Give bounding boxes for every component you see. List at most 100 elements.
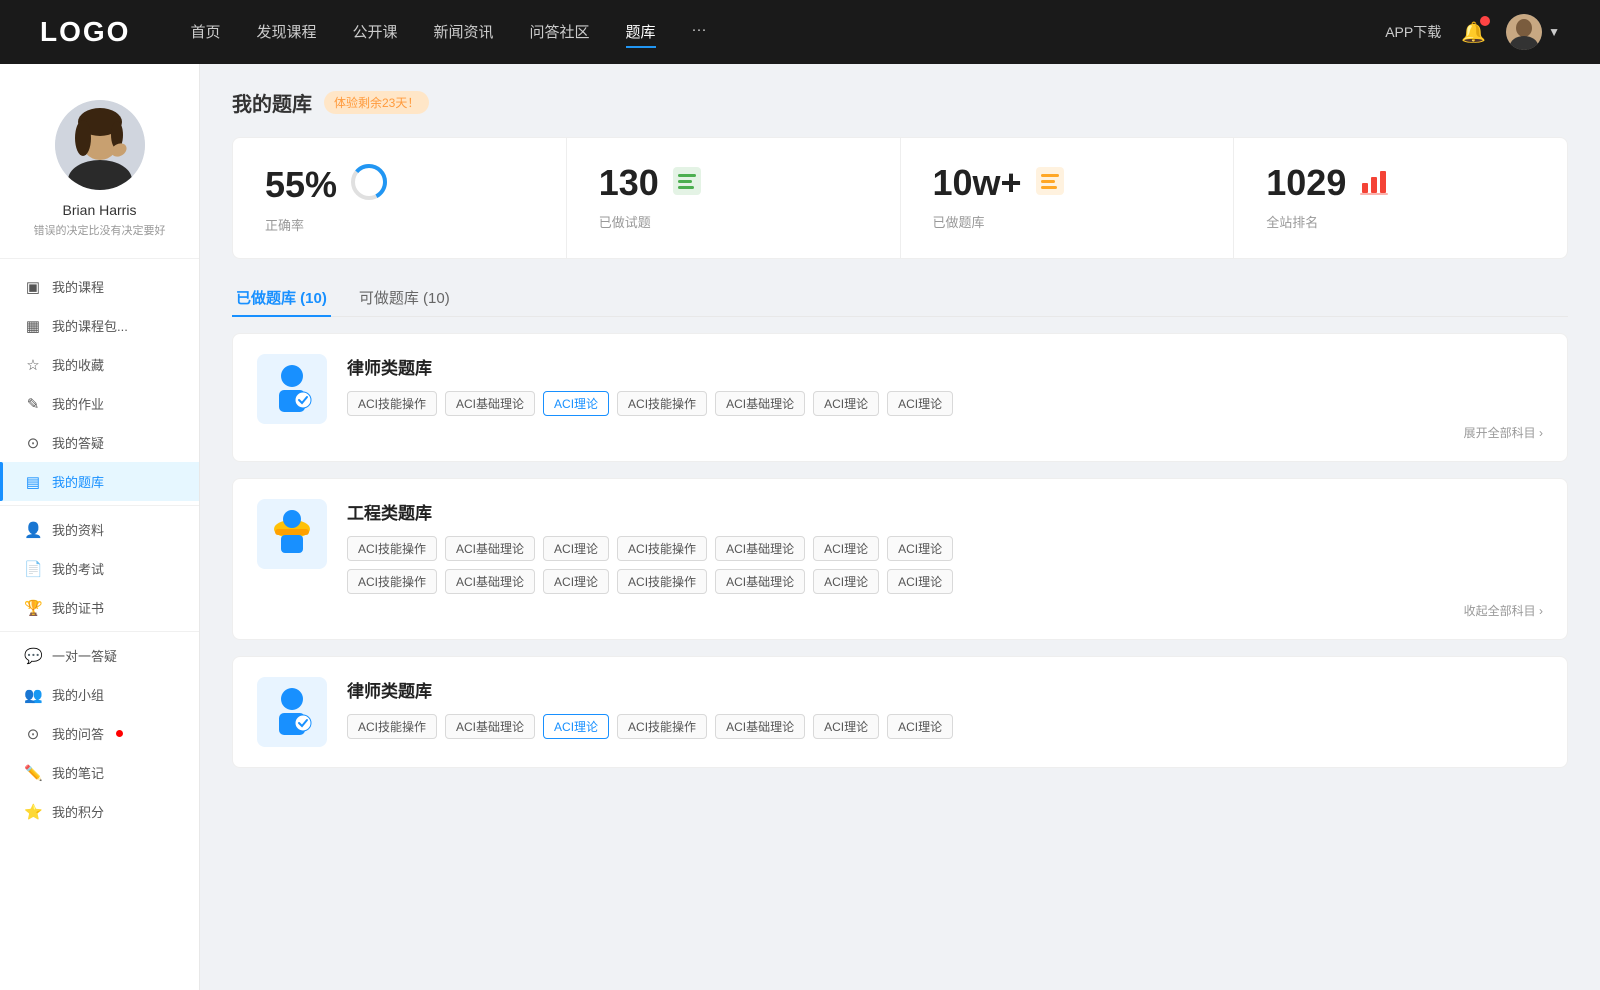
stats-row: 55% 正确率 130: [232, 137, 1568, 259]
notification-badge: [1480, 16, 1490, 26]
exam-icon: 📄: [24, 560, 42, 578]
sidebar: Brian Harris 错误的决定比没有决定要好 ▣ 我的课程 ▦ 我的课程包…: [0, 64, 200, 990]
tag-item-active[interactable]: ACI理论: [543, 714, 609, 739]
tag-item[interactable]: ACI基础理论: [715, 714, 805, 739]
sidebar-item-qbank[interactable]: ▤ 我的题库: [0, 462, 199, 501]
tag-item[interactable]: ACI技能操作: [347, 569, 437, 594]
main-content: 我的题库 体验剩余23天！ 55% 正确率: [200, 64, 1600, 990]
tab-done-banks[interactable]: 已做题库 (10): [232, 279, 331, 316]
star-icon: ☆: [24, 356, 42, 374]
collapse-link-engineer[interactable]: 收起全部科目 ›: [347, 602, 1543, 619]
sidebar-item-group[interactable]: 👥 我的小组: [0, 675, 199, 714]
qbank-card-lawyer-1: 律师类题库 ACI技能操作 ACI基础理论 ACI理论 ACI技能操作 ACI基…: [232, 333, 1568, 462]
user-avatar-wrap[interactable]: ▼: [1506, 14, 1560, 50]
tag-item[interactable]: ACI理论: [813, 391, 879, 416]
coursepack-icon: ▦: [24, 317, 42, 335]
qbank-icon: ▤: [24, 473, 42, 491]
nav-menu: 首页 发现课程 公开课 新闻资讯 问答社区 题库 ···: [190, 17, 1385, 48]
sidebar-item-profile[interactable]: 👤 我的资料: [0, 510, 199, 549]
expand-link-1[interactable]: 展开全部科目 ›: [347, 424, 1543, 441]
stat-accuracy-label: 正确率: [265, 215, 534, 234]
tag-item[interactable]: ACI理论: [543, 536, 609, 561]
sidebar-menu: ▣ 我的课程 ▦ 我的课程包... ☆ 我的收藏 ✎ 我的作业 ⊙ 我的答疑 ▤…: [0, 259, 199, 839]
nav-opencourse[interactable]: 公开课: [352, 17, 397, 48]
stat-done-questions-label: 已做试题: [599, 212, 868, 231]
certificate-icon: 🏆: [24, 599, 42, 617]
tag-item[interactable]: ACI基础理论: [715, 569, 805, 594]
profile-icon: 👤: [24, 521, 42, 539]
qbank-lawyer-1-title: 律师类题库: [347, 354, 1543, 379]
stat-ranking: 1029 全站排名: [1234, 138, 1567, 258]
tag-item-active[interactable]: ACI理论: [543, 391, 609, 416]
pie-chart-icon: [349, 162, 389, 207]
list-yellow-icon: [1034, 165, 1066, 202]
tag-item[interactable]: ACI理论: [543, 569, 609, 594]
sidebar-item-homework[interactable]: ✎ 我的作业: [0, 384, 199, 423]
sidebar-item-exam[interactable]: 📄 我的考试: [0, 549, 199, 588]
tabs-row: 已做题库 (10) 可做题库 (10): [232, 279, 1568, 317]
tag-item[interactable]: ACI技能操作: [617, 391, 707, 416]
tag-item[interactable]: ACI技能操作: [617, 569, 707, 594]
tag-item[interactable]: ACI技能操作: [617, 536, 707, 561]
navbar-right: APP下载 🔔 ▼: [1385, 14, 1560, 50]
tag-item[interactable]: ACI基础理论: [715, 536, 805, 561]
sidebar-item-notes[interactable]: ✏️ 我的笔记: [0, 753, 199, 792]
tag-item[interactable]: ACI理论: [813, 536, 879, 561]
sidebar-item-certificate[interactable]: 🏆 我的证书: [0, 588, 199, 627]
lawyer-icon-wrap-1: [257, 354, 327, 424]
notification-bell[interactable]: 🔔: [1461, 20, 1486, 45]
tag-item[interactable]: ACI技能操作: [617, 714, 707, 739]
nav-qbank[interactable]: 题库: [626, 17, 656, 48]
1on1-icon: 💬: [24, 647, 42, 665]
sidebar-item-1on1[interactable]: 💬 一对一答疑: [0, 636, 199, 675]
tag-item[interactable]: ACI理论: [887, 714, 953, 739]
myqa-icon: ⊙: [24, 725, 42, 743]
tag-item[interactable]: ACI基础理论: [445, 569, 535, 594]
trial-badge: 体验剩余23天！: [324, 91, 429, 114]
tag-item[interactable]: ACI理论: [887, 569, 953, 594]
list-green-icon: [671, 165, 703, 202]
tag-item[interactable]: ACI理论: [813, 569, 879, 594]
tag-item[interactable]: ACI理论: [887, 536, 953, 561]
stat-done-questions: 130 已做试题: [567, 138, 901, 258]
stat-ranking-value: 1029: [1266, 162, 1346, 204]
sidebar-item-myqa[interactable]: ⊙ 我的问答: [0, 714, 199, 753]
nav-discover[interactable]: 发现课程: [256, 17, 316, 48]
sidebar-item-favorites[interactable]: ☆ 我的收藏: [0, 345, 199, 384]
app-download-button[interactable]: APP下载: [1385, 22, 1441, 42]
profile-motto: 错误的决定比没有决定要好: [22, 222, 178, 238]
engineer-icon-wrap: [257, 499, 327, 569]
qbank-lawyer-1-tags: ACI技能操作 ACI基础理论 ACI理论 ACI技能操作 ACI基础理论 AC…: [347, 391, 1543, 416]
nav-news[interactable]: 新闻资讯: [434, 17, 494, 48]
qbank-card-lawyer-1-header: 律师类题库 ACI技能操作 ACI基础理论 ACI理论 ACI技能操作 ACI基…: [257, 354, 1543, 441]
nav-more[interactable]: ···: [692, 17, 707, 48]
tag-item[interactable]: ACI基础理论: [445, 714, 535, 739]
sidebar-item-course[interactable]: ▣ 我的课程: [0, 267, 199, 306]
divider-1: [0, 505, 199, 506]
stat-done-questions-row: 130: [599, 162, 868, 204]
tag-item[interactable]: ACI基础理论: [445, 391, 535, 416]
profile-name: Brian Harris: [63, 202, 137, 218]
sidebar-item-points[interactable]: ⭐ 我的积分: [0, 792, 199, 831]
logo: LOGO: [40, 16, 130, 48]
tag-item[interactable]: ACI技能操作: [347, 391, 437, 416]
nav-qa[interactable]: 问答社区: [530, 17, 590, 48]
qbank-card-lawyer-2-header: 律师类题库 ACI技能操作 ACI基础理论 ACI理论 ACI技能操作 ACI基…: [257, 677, 1543, 747]
tag-item[interactable]: ACI技能操作: [347, 714, 437, 739]
tag-item[interactable]: ACI基础理论: [715, 391, 805, 416]
qbank-lawyer-2-tags: ACI技能操作 ACI基础理论 ACI理论 ACI技能操作 ACI基础理论 AC…: [347, 714, 1543, 739]
tag-item[interactable]: ACI技能操作: [347, 536, 437, 561]
qbank-engineer-title: 工程类题库: [347, 499, 1543, 524]
qa-icon: ⊙: [24, 434, 42, 452]
sidebar-item-qa[interactable]: ⊙ 我的答疑: [0, 423, 199, 462]
tag-item[interactable]: ACI理论: [887, 391, 953, 416]
nav-home[interactable]: 首页: [190, 17, 220, 48]
sidebar-item-coursepack[interactable]: ▦ 我的课程包...: [0, 306, 199, 345]
tag-item[interactable]: ACI基础理论: [445, 536, 535, 561]
page-wrap: Brian Harris 错误的决定比没有决定要好 ▣ 我的课程 ▦ 我的课程包…: [0, 64, 1600, 990]
tab-available-banks[interactable]: 可做题库 (10): [355, 279, 454, 316]
tag-item[interactable]: ACI理论: [813, 714, 879, 739]
stat-done-banks: 10w+ 已做题库: [901, 138, 1235, 258]
homework-icon: ✎: [24, 395, 42, 413]
stat-done-banks-value: 10w+: [933, 162, 1022, 204]
